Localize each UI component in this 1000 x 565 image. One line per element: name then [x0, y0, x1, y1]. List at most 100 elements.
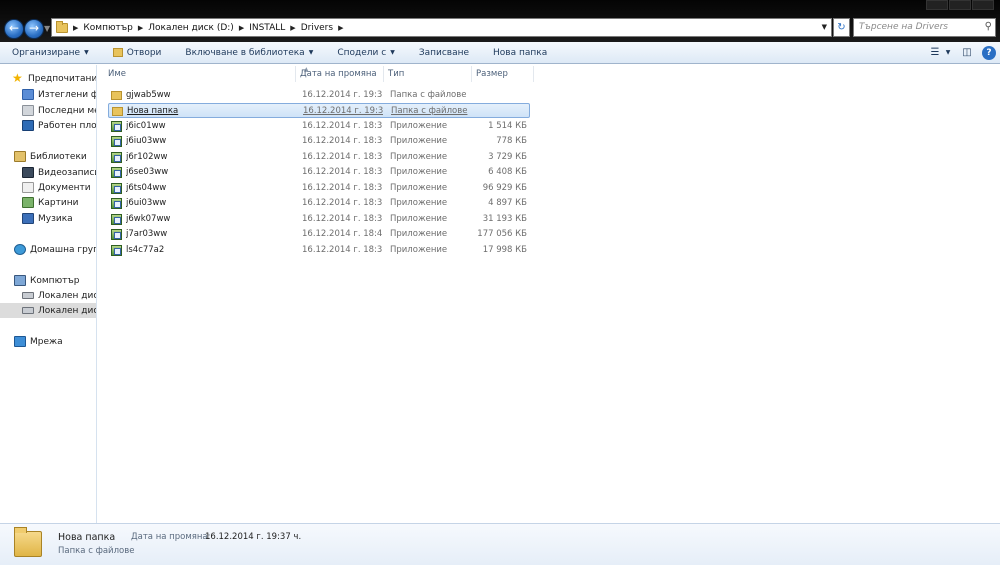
file-date: 16.12.2014 г. 18:32... [302, 152, 382, 162]
help-icon[interactable]: ? [982, 46, 996, 60]
folder-icon [56, 20, 68, 33]
nav-downloads[interactable]: Изтеглени фай [22, 87, 96, 102]
file-date: 16.12.2014 г. 19:37... [303, 106, 383, 116]
file-date: 16.12.2014 г. 19:37... [302, 90, 382, 100]
hard-drive-icon [22, 307, 34, 314]
organize-button[interactable]: Организиране ▼ [0, 48, 101, 58]
file-type: Приложение [390, 136, 448, 146]
file-row[interactable]: gjwab5ww 16.12.2014 г. 19:37... Папка с … [108, 88, 530, 103]
search-input[interactable]: Търсене на Drivers ⚲ [853, 18, 996, 37]
forward-button[interactable]: → [24, 19, 44, 39]
file-type: Приложение [390, 198, 448, 208]
close-button[interactable] [972, 0, 994, 10]
application-icon [111, 167, 122, 178]
file-type: Приложение [390, 214, 448, 224]
nav-favorites[interactable]: ★ Предпочитани [12, 71, 97, 86]
chevron-right-icon[interactable]: ▶ [290, 24, 295, 32]
column-size[interactable]: Размер [472, 66, 534, 82]
back-button[interactable]: ← [4, 19, 24, 39]
nav-homegroup[interactable]: Домашна група [14, 242, 96, 257]
file-date: 16.12.2014 г. 18:33... [302, 136, 382, 146]
chevron-down-icon: ▼ [84, 49, 89, 56]
nav-local-disk-d[interactable]: Локален диск [0, 303, 96, 318]
application-icon [111, 183, 122, 194]
nav-label: Предпочитани [28, 73, 97, 84]
file-name: j7ar03ww [126, 229, 168, 239]
folder-icon [112, 48, 123, 57]
view-dropdown-icon[interactable]: ▼ [944, 45, 952, 61]
homegroup-icon [14, 244, 26, 255]
file-row[interactable]: j6r102ww 16.12.2014 г. 18:32... Приложен… [108, 150, 530, 165]
burn-label: Записване [418, 47, 470, 58]
file-row[interactable]: j7ar03ww 16.12.2014 г. 18:41... Приложен… [108, 227, 530, 242]
file-size: 6 408 КБ [488, 167, 527, 177]
file-type: Приложение [390, 121, 448, 131]
breadcrumb-drivers[interactable]: Drivers [301, 23, 333, 33]
maximize-button[interactable] [949, 0, 971, 10]
open-button[interactable]: Отвори [101, 48, 174, 58]
new-folder-button[interactable]: Нова папка [481, 48, 559, 58]
file-name: j6ic01ww [126, 121, 166, 131]
nav-network[interactable]: Мрежа [14, 334, 96, 349]
nav-label: Картини [38, 197, 79, 208]
file-row[interactable]: j6ui03ww 16.12.2014 г. 18:34... Приложен… [108, 196, 530, 211]
file-size: 1 514 КБ [488, 121, 527, 131]
column-name[interactable]: Име [104, 66, 296, 82]
chevron-right-icon[interactable]: ▶ [138, 24, 143, 32]
chevron-right-icon[interactable]: ▶ [239, 24, 244, 32]
file-row[interactable]: j6ic01ww 16.12.2014 г. 18:35... Приложен… [108, 119, 530, 134]
address-dropdown-icon[interactable]: ▼ [822, 23, 827, 31]
file-name: gjwab5ww [126, 90, 171, 100]
preview-pane-icon[interactable]: ◫ [958, 45, 976, 61]
new-folder-label: Нова папка [493, 47, 548, 58]
chevron-down-icon: ▼ [390, 49, 395, 56]
folder-icon [111, 91, 122, 100]
nav-desktop[interactable]: Работен плот [22, 118, 96, 133]
recent-pages-dropdown-icon[interactable]: ▼ [44, 24, 50, 33]
breadcrumb-disk[interactable]: Локален диск (D:) [148, 23, 234, 33]
file-size: 96 929 КБ [482, 183, 527, 193]
file-row[interactable]: j6wk07ww 16.12.2014 г. 18:37... Приложен… [108, 212, 530, 227]
column-type[interactable]: Тип [384, 66, 472, 82]
chevron-right-icon[interactable]: ▶ [73, 24, 78, 32]
include-in-library-button[interactable]: Включване в библиотека ▼ [173, 48, 325, 58]
nav-documents[interactable]: Документи [22, 180, 96, 195]
file-row[interactable]: j6iu03ww 16.12.2014 г. 18:33... Приложен… [108, 134, 530, 149]
nav-computer[interactable]: Компютър [14, 273, 96, 288]
include-label: Включване в библиотека [185, 47, 305, 58]
breadcrumb-install[interactable]: INSTALL [249, 23, 285, 33]
change-view-icon[interactable]: ☰ [926, 45, 944, 61]
nav-videos[interactable]: Видеозаписи [22, 165, 96, 180]
share-with-button[interactable]: Сподели с ▼ [325, 48, 406, 58]
nav-pictures[interactable]: Картини [22, 195, 96, 210]
file-row[interactable]: j6se03ww 16.12.2014 г. 18:31... Приложен… [108, 165, 530, 180]
nav-local-disk-c[interactable]: Локален диск [22, 288, 96, 303]
nav-recent-places[interactable]: Последни мес [22, 103, 96, 118]
chevron-right-icon[interactable]: ▶ [338, 24, 343, 32]
file-row-selected[interactable]: Нова папка 16.12.2014 г. 19:37... Папка … [108, 103, 530, 118]
minimize-button[interactable] [926, 0, 948, 10]
file-name: j6ts04ww [126, 183, 167, 193]
file-row[interactable]: ls4c77a2 16.12.2014 г. 18:39... Приложен… [108, 243, 530, 258]
chevron-down-icon: ▼ [308, 49, 314, 56]
video-icon [22, 167, 34, 178]
address-bar[interactable]: ▶ Компютър ▶ Локален диск (D:) ▶ INSTALL… [51, 18, 832, 37]
file-size: 31 193 КБ [482, 214, 527, 224]
file-row[interactable]: j6ts04ww 16.12.2014 г. 18:39... Приложен… [108, 181, 530, 196]
nav-libraries[interactable]: Библиотеки [14, 149, 96, 164]
network-icon [14, 336, 26, 347]
organize-label: Организиране [12, 47, 81, 58]
nav-music[interactable]: Музика [22, 211, 96, 226]
file-type: Папка с файлове [391, 106, 468, 116]
nav-label: Документи [38, 182, 91, 193]
music-icon [22, 213, 34, 224]
burn-button[interactable]: Записване [407, 48, 481, 58]
breadcrumb-computer[interactable]: Компютър [83, 23, 132, 33]
file-size: 17 998 КБ [482, 245, 527, 255]
file-date: 16.12.2014 г. 18:41... [302, 229, 382, 239]
search-icon[interactable]: ⚲ [985, 21, 992, 32]
column-date-modified[interactable]: Дата на промяна [296, 66, 384, 82]
refresh-button[interactable]: ↻ [833, 18, 850, 37]
application-icon [111, 229, 122, 240]
file-name: j6ui03ww [126, 198, 167, 208]
